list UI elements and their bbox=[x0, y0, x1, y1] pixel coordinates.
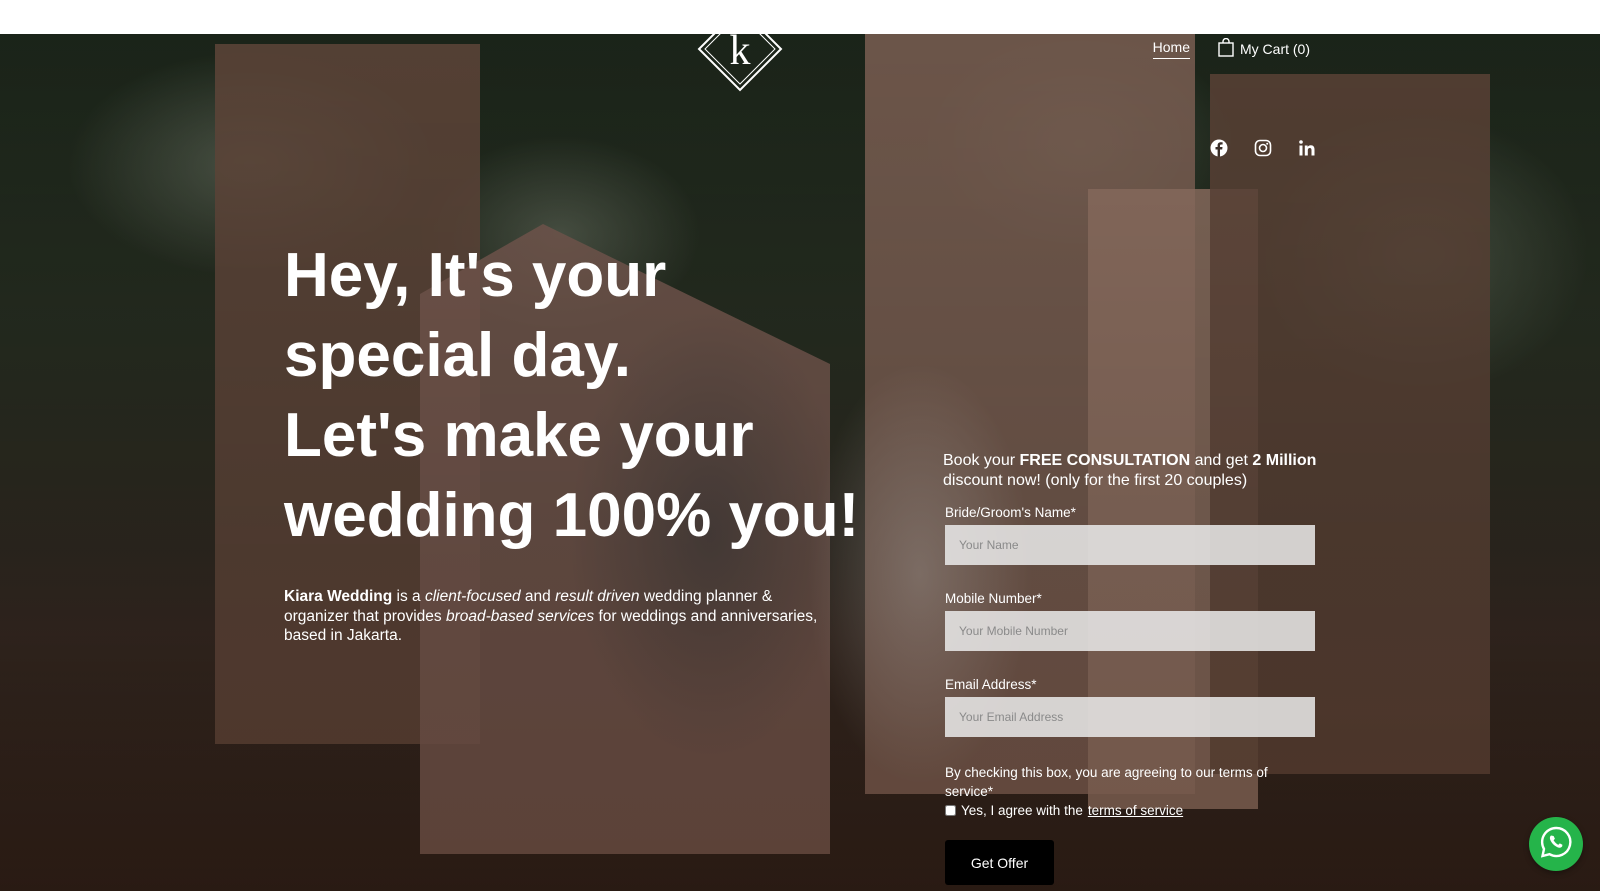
headline-line: special day. bbox=[284, 321, 631, 390]
intro-emphasis: client-focused bbox=[424, 588, 521, 605]
logo-letter: k bbox=[730, 28, 751, 74]
name-label: Bride/Groom's Name* bbox=[945, 505, 1076, 520]
terms-note: By checking this box, you are agreeing t… bbox=[945, 765, 1268, 799]
whatsapp-icon bbox=[1539, 825, 1573, 864]
terms-link[interactable]: terms of service bbox=[1088, 803, 1183, 818]
email-field[interactable] bbox=[945, 697, 1315, 737]
brand-name: Kiara Wedding bbox=[284, 588, 393, 605]
headline-line: Hey, It's your bbox=[284, 241, 667, 310]
linkedin-icon[interactable] bbox=[1298, 139, 1316, 157]
intro-text: and bbox=[520, 588, 556, 605]
terms-agreement: Yes, I agree with the terms of service bbox=[945, 803, 1315, 818]
cart-label: My Cart (0) bbox=[1240, 41, 1310, 57]
get-offer-button[interactable]: Get Offer bbox=[945, 840, 1054, 885]
mobile-label: Mobile Number* bbox=[945, 591, 1042, 606]
offer-suffix: discount now! (only for the first 20 cou… bbox=[943, 472, 1248, 489]
offer-highlight: FREE CONSULTATION bbox=[1019, 452, 1191, 469]
name-field[interactable] bbox=[945, 525, 1315, 565]
agree-text: Yes, I agree with the bbox=[961, 803, 1083, 818]
whatsapp-chat-button[interactable] bbox=[1529, 817, 1583, 871]
headline-line: Let's make your bbox=[284, 401, 754, 470]
shopping-bag-icon bbox=[1218, 37, 1234, 60]
hero-headline: Hey, It's your special day. Let's make y… bbox=[284, 236, 884, 556]
nav-home-link[interactable]: Home bbox=[1152, 39, 1190, 59]
instagram-icon[interactable] bbox=[1254, 139, 1272, 157]
cart-link[interactable]: My Cart (0) bbox=[1218, 37, 1310, 60]
offer-text: Book your FREE CONSULTATION and get 2 Mi… bbox=[943, 451, 1343, 491]
offer-middle: and get bbox=[1190, 452, 1253, 469]
email-label: Email Address* bbox=[945, 677, 1037, 692]
social-links bbox=[1210, 139, 1316, 157]
headline-line: wedding 100% you! bbox=[284, 481, 860, 550]
mobile-field[interactable] bbox=[945, 611, 1315, 651]
terms-checkbox[interactable] bbox=[945, 805, 956, 816]
intro-text: is a bbox=[392, 588, 425, 605]
consultation-form: Bride/Groom's Name* Mobile Number* Email… bbox=[945, 505, 1315, 885]
facebook-icon[interactable] bbox=[1210, 139, 1228, 157]
top-bar bbox=[0, 0, 1600, 34]
hero-intro: Kiara Wedding is a client-focused and re… bbox=[284, 587, 824, 646]
offer-prefix: Book your bbox=[943, 452, 1020, 469]
brand-logo[interactable]: k bbox=[697, 6, 783, 92]
offer-highlight: 2 Million bbox=[1252, 452, 1317, 469]
main-nav: Home My Cart (0) bbox=[1152, 37, 1310, 60]
intro-emphasis: result driven bbox=[555, 588, 640, 605]
intro-emphasis: broad-based services bbox=[445, 607, 595, 625]
